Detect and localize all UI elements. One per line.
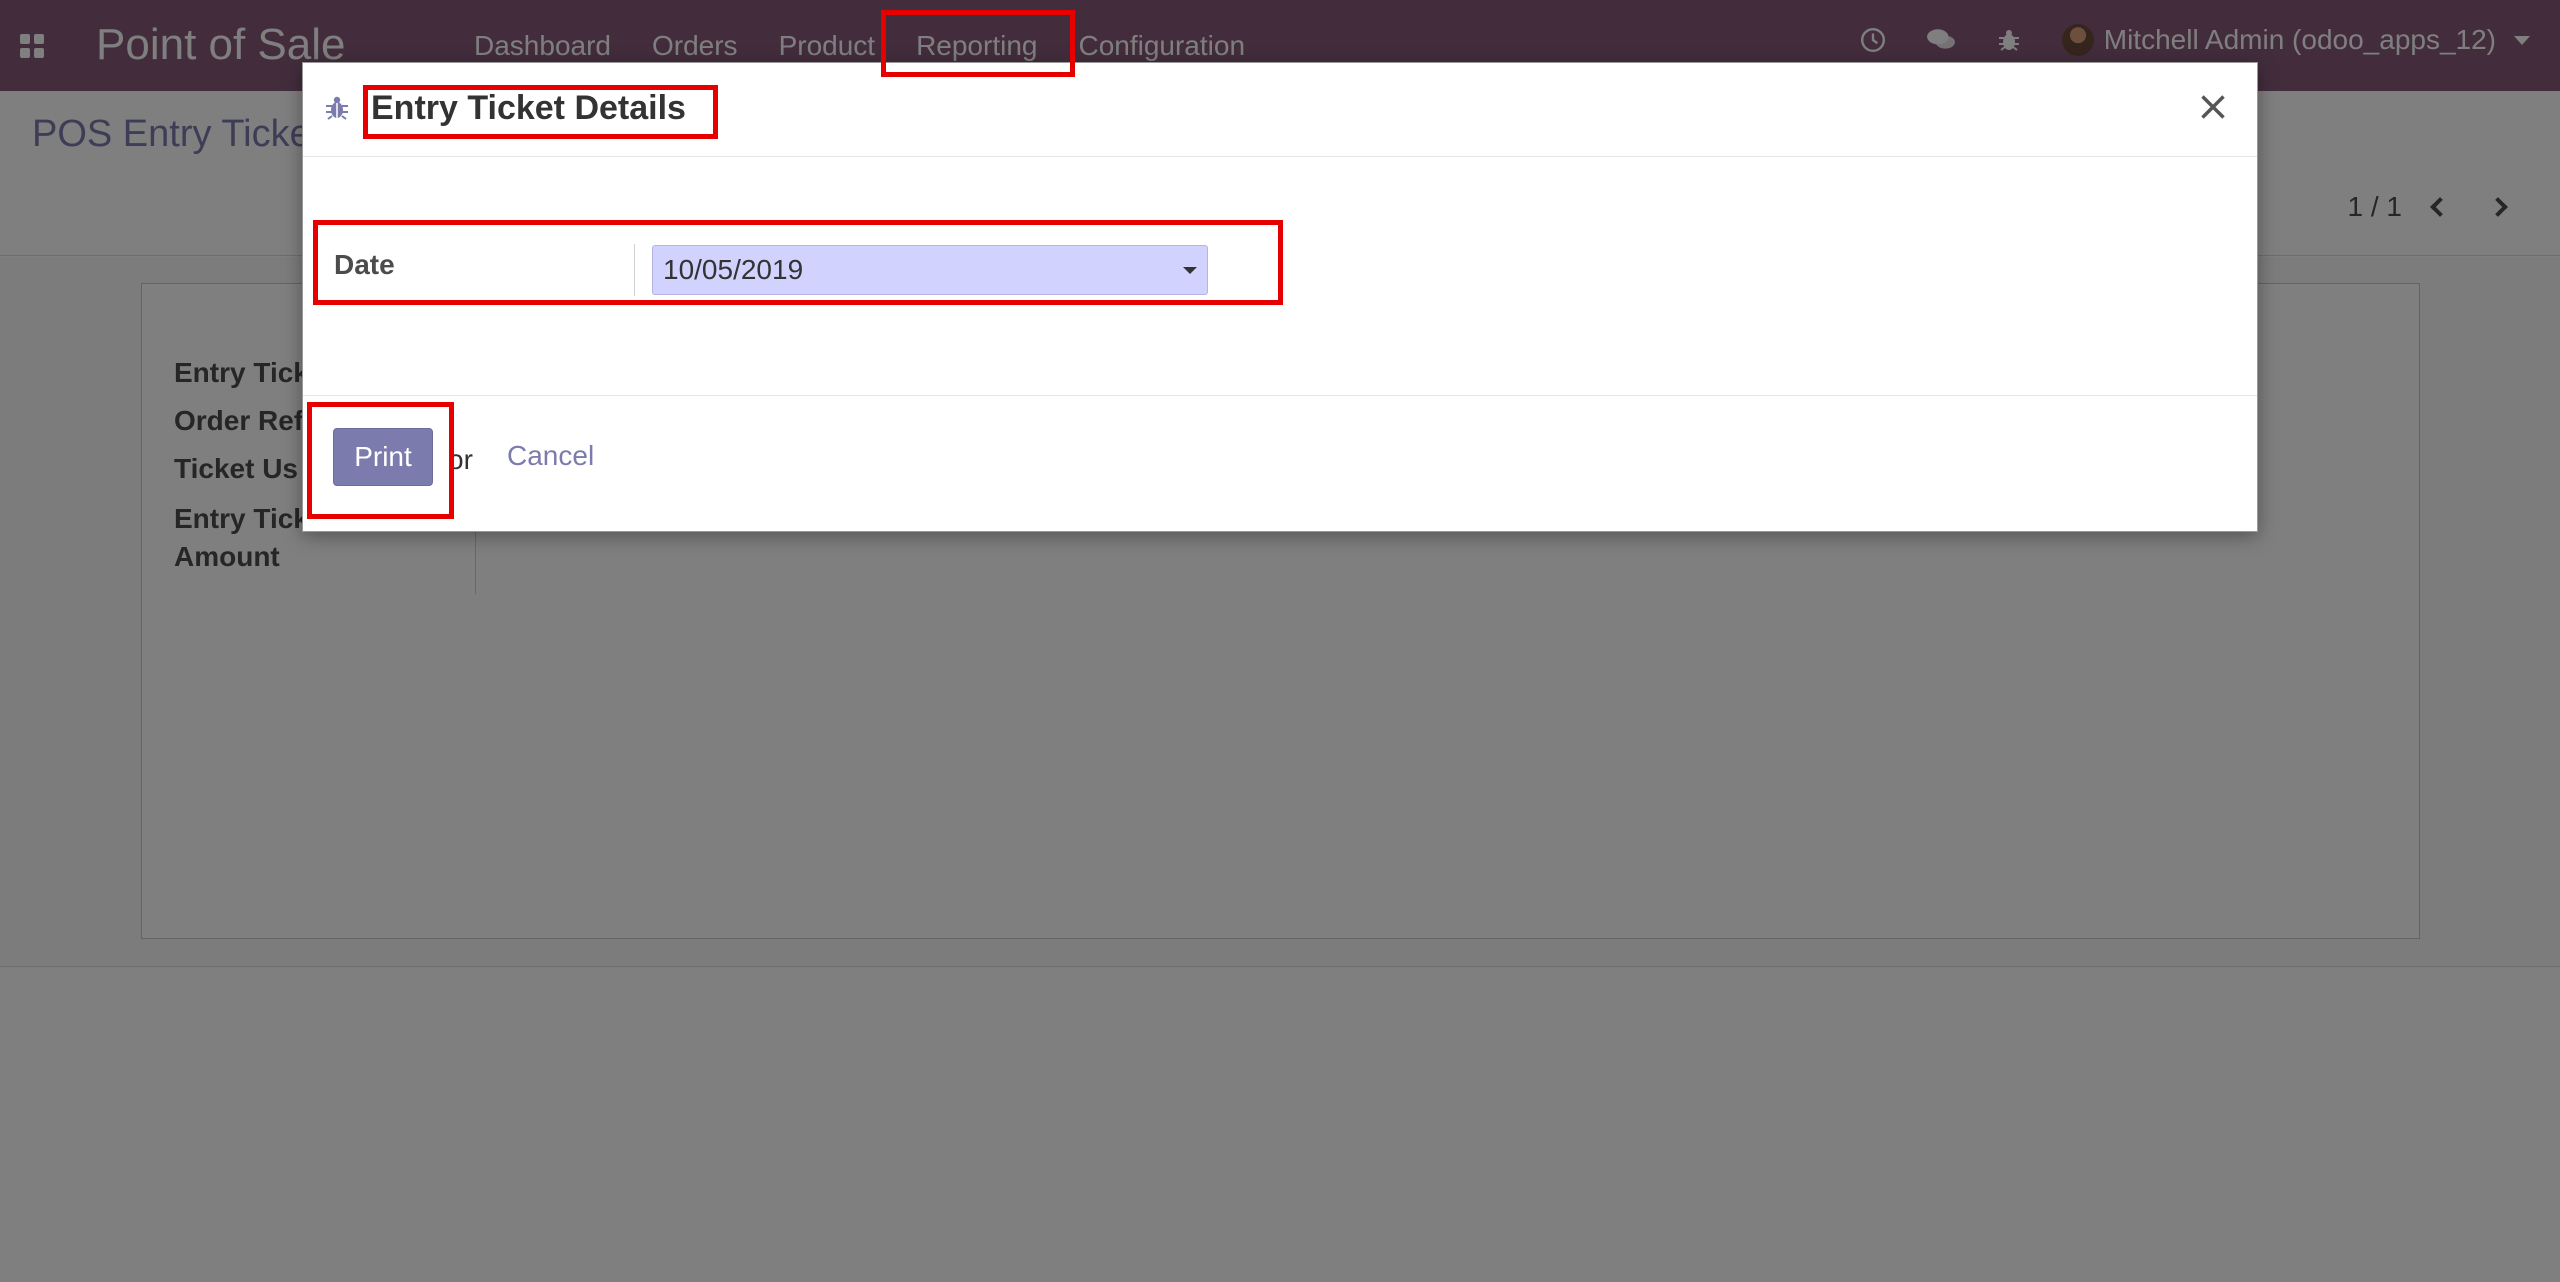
close-icon (2201, 95, 2225, 119)
dialog-footer (303, 395, 2257, 533)
annotation-box-dialog-title (363, 85, 718, 139)
cancel-button[interactable]: Cancel (507, 440, 594, 472)
debug-bug-icon (326, 96, 348, 120)
annotation-box-date-field (313, 220, 1283, 305)
close-button[interactable] (2191, 85, 2235, 129)
annotation-box-print-button (307, 402, 454, 519)
annotation-box-reporting (881, 10, 1075, 77)
